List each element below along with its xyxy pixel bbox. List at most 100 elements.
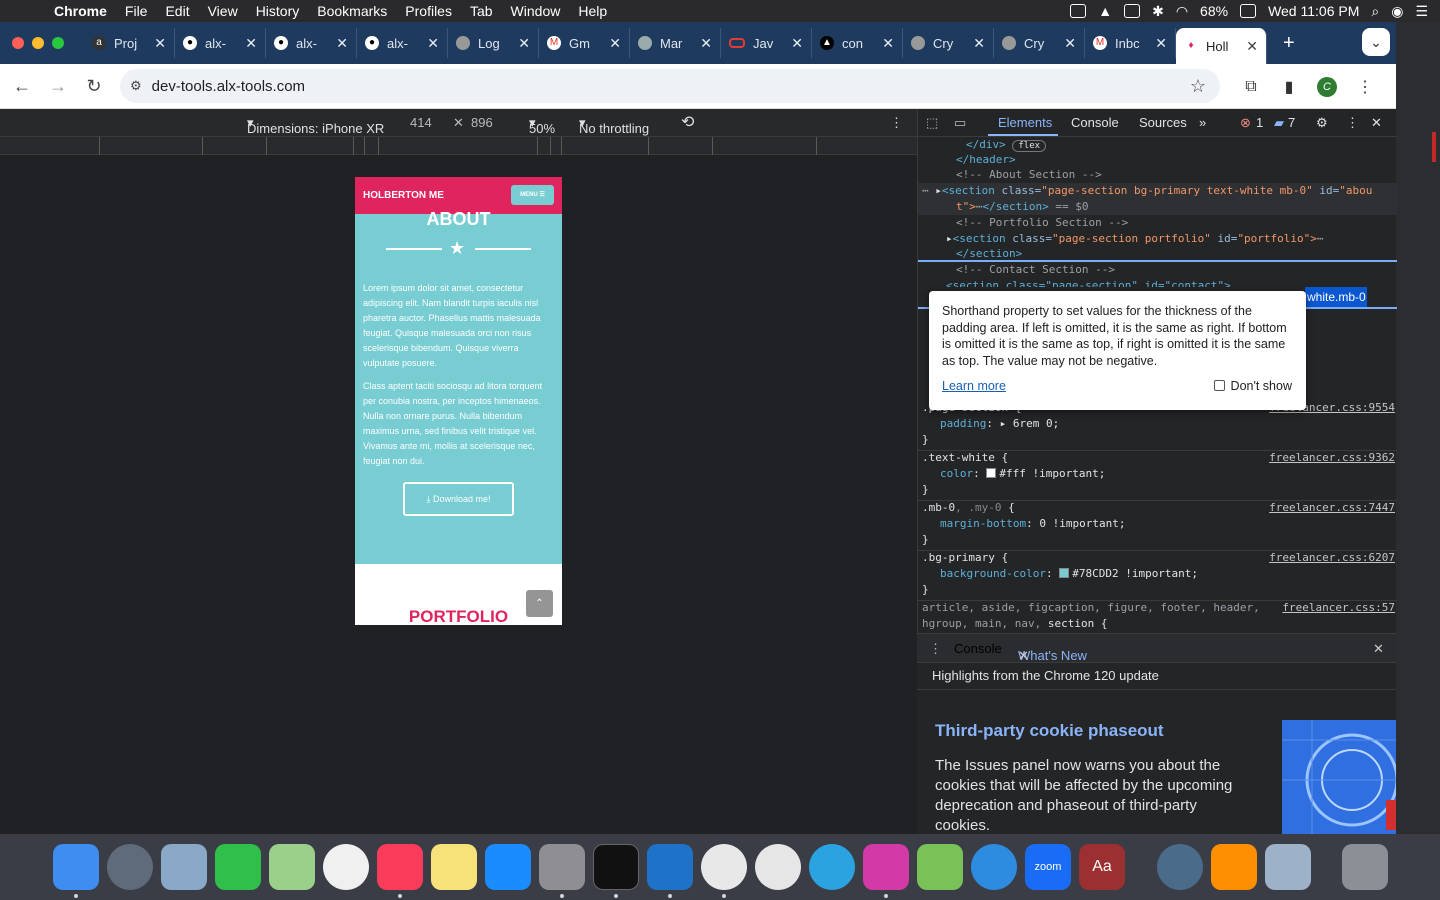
android-icon[interactable] bbox=[917, 844, 963, 890]
menu-button[interactable]: MENU ☰ bbox=[511, 185, 554, 205]
browser-tab[interactable]: Log ✕ bbox=[448, 28, 539, 58]
forward-button[interactable]: → bbox=[40, 76, 76, 97]
bookmark-star-icon[interactable]: ☆ bbox=[1190, 76, 1206, 97]
vlc-icon[interactable] bbox=[1211, 844, 1257, 890]
maximize-window-button[interactable] bbox=[52, 37, 64, 49]
terminal-icon[interactable] bbox=[593, 844, 639, 890]
dom-comment[interactable]: <!-- About Section --> bbox=[918, 167, 1397, 183]
color-swatch[interactable] bbox=[986, 468, 997, 478]
dom-line-selected[interactable]: t">⋯</section> == $0 bbox=[918, 199, 1397, 215]
expand-triangle-icon[interactable]: ▸ bbox=[935, 184, 942, 197]
notes-icon[interactable] bbox=[431, 844, 477, 890]
tab-elements[interactable]: Elements bbox=[998, 115, 1052, 130]
device-height-input[interactable]: 896 bbox=[471, 115, 493, 130]
drawer-menu-icon[interactable]: ⋮ bbox=[929, 641, 942, 657]
css-rule-mb-0[interactable]: .mb-0, .my-0 {freelancer.css:7447 margin-… bbox=[922, 500, 1397, 548]
menu-help[interactable]: Help bbox=[578, 3, 607, 19]
media-query-ruler[interactable] bbox=[0, 137, 917, 155]
message-count[interactable]: 7 bbox=[1288, 115, 1295, 130]
browser-tab[interactable]: Cry ✕ bbox=[903, 28, 994, 58]
close-tab-icon[interactable]: ✕ bbox=[245, 35, 257, 52]
phone-screen[interactable]: HOLBERTON ME MENU ☰ ABOUT ★ Lorem ipsum … bbox=[355, 177, 562, 625]
dom-line[interactable]: ▸<section class="page-section portfolio"… bbox=[918, 231, 1397, 247]
wps-icon[interactable] bbox=[863, 844, 909, 890]
close-tab-icon[interactable]: ✕ bbox=[1064, 35, 1076, 52]
siri-icon[interactable]: ◉ bbox=[1391, 3, 1403, 20]
expand-triangle-icon[interactable]: ▸ bbox=[946, 232, 953, 245]
music-icon[interactable] bbox=[377, 844, 423, 890]
battery-percent[interactable]: 68% bbox=[1200, 3, 1228, 19]
dom-comment[interactable]: <!-- Contact Section --> bbox=[918, 262, 1397, 278]
image-capture-icon[interactable] bbox=[1265, 844, 1311, 890]
browser-tab[interactable]: Cry ✕ bbox=[994, 28, 1085, 58]
calendar-status-icon[interactable] bbox=[1124, 4, 1141, 18]
photos-icon[interactable] bbox=[323, 844, 369, 890]
menu-profiles[interactable]: Profiles bbox=[405, 3, 452, 19]
message-icon[interactable]: ▰ bbox=[1274, 115, 1284, 131]
device-width-input[interactable]: 414 bbox=[410, 115, 432, 130]
browser-tab[interactable]: M Inbc ✕ bbox=[1085, 28, 1176, 58]
chrome-menu-icon[interactable]: ⋮ bbox=[1346, 77, 1384, 97]
control-center-icon[interactable]: ☰ bbox=[1415, 3, 1428, 20]
app-store-icon[interactable] bbox=[485, 844, 531, 890]
close-tab-icon[interactable]: ✕ bbox=[336, 35, 348, 52]
finder-icon[interactable] bbox=[53, 844, 99, 890]
extensions-icon[interactable]: ⧉ bbox=[1232, 78, 1270, 96]
back-button[interactable]: ← bbox=[4, 76, 40, 97]
close-tab-icon[interactable]: ✕ bbox=[1246, 38, 1258, 55]
dom-line[interactable]: </div> flex bbox=[918, 137, 1397, 153]
menu-view[interactable]: View bbox=[208, 3, 238, 19]
close-drawer-icon[interactable]: ✕ bbox=[1373, 641, 1384, 657]
browser-tab[interactable]: M Gm ✕ bbox=[539, 28, 630, 58]
wifi-icon[interactable]: ◠ bbox=[1176, 3, 1188, 20]
dont-show-checkbox[interactable]: Don't show bbox=[1213, 378, 1292, 395]
site-brand[interactable]: HOLBERTON ME bbox=[363, 190, 444, 201]
side-panel-icon[interactable]: ▮ bbox=[1270, 77, 1308, 97]
battery-icon[interactable] bbox=[1240, 4, 1257, 18]
menu-tab[interactable]: Tab bbox=[470, 3, 493, 19]
tab-sources[interactable]: Sources bbox=[1139, 115, 1187, 130]
quicktime-icon[interactable] bbox=[1157, 844, 1203, 890]
close-tab-icon[interactable]: ✕ bbox=[609, 35, 621, 52]
flex-badge[interactable]: flex bbox=[1012, 140, 1047, 152]
minimize-window-button[interactable] bbox=[32, 37, 44, 49]
device-more-icon[interactable]: ⋮ bbox=[890, 115, 903, 131]
vlc-status-icon[interactable]: ▲ bbox=[1098, 3, 1112, 19]
maps-icon[interactable] bbox=[269, 844, 315, 890]
collapsed-content-icon[interactable]: ⋯ bbox=[976, 200, 983, 213]
dom-line-selected[interactable]: ⋯ ▸<section class="page-section bg-prima… bbox=[918, 183, 1397, 199]
css-rule-bg-primary[interactable]: .bg-primary {freelancer.css:6207 backgrou… bbox=[922, 550, 1397, 598]
browser-tab-active[interactable]: ♦ Holl ✕ bbox=[1176, 28, 1267, 64]
new-tab-button[interactable]: + bbox=[1283, 32, 1295, 55]
close-tab-icon[interactable]: ✕ bbox=[700, 35, 712, 52]
clock[interactable]: Wed 11:06 PM bbox=[1268, 3, 1359, 19]
menu-history[interactable]: History bbox=[256, 3, 300, 19]
throttle-select[interactable]: No throttling ▾ bbox=[579, 115, 649, 136]
browser-tab[interactable]: ▲ con ✕ bbox=[812, 28, 903, 58]
close-tab-icon[interactable]: ✕ bbox=[973, 35, 985, 52]
error-icon[interactable]: ⊗ bbox=[1240, 115, 1251, 131]
site-info-icon[interactable]: ⚙ bbox=[130, 78, 142, 94]
checkbox-icon[interactable] bbox=[1213, 380, 1225, 392]
word-icon[interactable] bbox=[1070, 4, 1087, 18]
css-source-link[interactable]: freelancer.css:7447 bbox=[1269, 500, 1395, 516]
close-tab-icon[interactable]: ✕ bbox=[518, 35, 530, 52]
rotate-icon[interactable]: ⟲ bbox=[681, 112, 694, 132]
menu-bookmarks[interactable]: Bookmarks bbox=[317, 3, 387, 19]
close-tab-icon[interactable]: ✕ bbox=[427, 35, 439, 52]
spotlight-icon[interactable]: ⌕ bbox=[1371, 3, 1379, 20]
whatsapp-icon[interactable] bbox=[755, 844, 801, 890]
chrome-icon[interactable] bbox=[701, 844, 747, 890]
omnibox[interactable]: ⚙ dev-tools.alx-tools.com ☆ bbox=[120, 69, 1220, 103]
dom-comment[interactable]: <!-- Portfolio Section --> bbox=[918, 215, 1397, 231]
close-tab-icon[interactable]: ✕ bbox=[791, 35, 803, 52]
preview-icon[interactable] bbox=[161, 844, 207, 890]
css-rule-text-white[interactable]: .text-white {freelancer.css:9362 color: #… bbox=[922, 450, 1397, 498]
zoom-select[interactable]: 50% ▾ bbox=[529, 115, 555, 136]
whats-new-title[interactable]: Third-party cookie phaseout bbox=[935, 721, 1164, 741]
menu-app-name[interactable]: Chrome bbox=[54, 3, 107, 19]
dom-line[interactable]: <section class="page-section" id="contac… bbox=[918, 278, 1397, 287]
dom-line[interactable]: </header> bbox=[918, 152, 1397, 168]
settings-gear-icon[interactable]: ⚙ bbox=[1316, 115, 1328, 131]
inspect-element-icon[interactable]: ⬚ bbox=[926, 115, 938, 131]
